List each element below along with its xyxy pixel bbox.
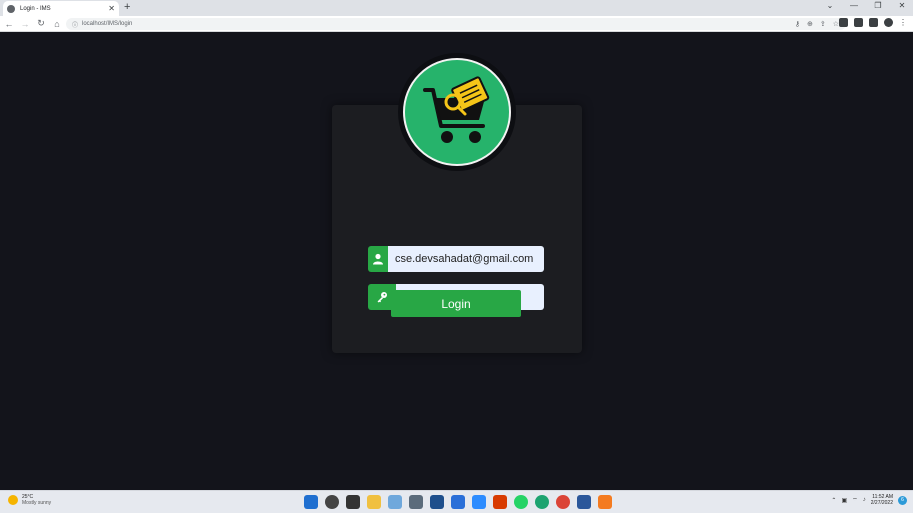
taskbar-apps xyxy=(304,495,612,509)
zoom-app-icon[interactable] xyxy=(472,495,486,509)
edge-icon[interactable] xyxy=(535,495,549,509)
weather-widget[interactable]: 25°C Mostly sunny xyxy=(8,494,51,506)
login-button[interactable]: Login xyxy=(391,290,521,317)
chrome-icon[interactable] xyxy=(556,495,570,509)
system-tray: ⌃ ▣ ⌔ ♪ 11:52 AM 2/27/2022 6 xyxy=(831,494,907,506)
site-info-icon[interactable]: ⓘ xyxy=(72,20,78,29)
weather-condition: Mostly sunny xyxy=(22,500,52,506)
browser-menu-icon[interactable]: ⋮ xyxy=(899,18,907,27)
globe-icon xyxy=(7,4,15,13)
share-icon[interactable]: ⇪ xyxy=(820,20,826,28)
start-icon[interactable] xyxy=(304,495,318,509)
mail-icon[interactable] xyxy=(451,495,465,509)
restore-button[interactable]: ❐ xyxy=(873,1,883,10)
home-icon[interactable]: ⌂ xyxy=(50,19,64,29)
new-tab-button[interactable]: + xyxy=(124,1,130,13)
xampp-icon[interactable] xyxy=(598,495,612,509)
whatsapp-icon[interactable] xyxy=(514,495,528,509)
clock-date: 2/27/2022 xyxy=(870,500,893,506)
windows-taskbar: 25°C Mostly sunny ⌃ ▣ ⌔ ♪ 11:52 AM 2/27/… xyxy=(0,490,913,513)
url-text[interactable]: localhost/IMS/login xyxy=(82,21,795,27)
key-icon[interactable]: ⚷ xyxy=(795,20,800,28)
user-icon xyxy=(368,246,388,272)
email-input[interactable] xyxy=(388,246,544,272)
browser-tab[interactable]: Login - IMS ✕ xyxy=(3,1,119,16)
browser-tab-bar: Login - IMS ✕ + ⌄ — ❐ ✕ xyxy=(0,0,913,16)
task-view-icon[interactable] xyxy=(346,495,360,509)
office-icon[interactable] xyxy=(493,495,507,509)
sidebar-icon[interactable] xyxy=(869,18,878,27)
profile-avatar[interactable] xyxy=(884,18,893,27)
sun-icon xyxy=(8,495,18,505)
extension-icon[interactable] xyxy=(839,18,848,27)
store-icon[interactable] xyxy=(430,495,444,509)
photos-icon[interactable] xyxy=(388,495,402,509)
search-icon[interactable] xyxy=(325,495,339,509)
tab-search-icon[interactable]: ⌄ xyxy=(825,1,835,10)
tab-close-icon[interactable]: ✕ xyxy=(108,4,115,13)
notepad-icon[interactable] xyxy=(409,495,423,509)
word-icon[interactable] xyxy=(577,495,591,509)
extensions-area: ⋮ xyxy=(839,18,907,27)
file-explorer-icon[interactable] xyxy=(367,495,381,509)
back-icon[interactable]: ← xyxy=(2,19,16,29)
tab-title: Login - IMS xyxy=(20,5,51,12)
address-bar[interactable]: ⓘ localhost/IMS/login ⚷ ⊕ ⇪ ☆ xyxy=(66,18,846,30)
reload-icon[interactable]: ↻ xyxy=(34,18,48,29)
network-icon[interactable]: ⌔ xyxy=(852,496,858,504)
minimize-button[interactable]: — xyxy=(849,1,859,10)
logo xyxy=(403,58,511,166)
email-field-group xyxy=(368,246,544,272)
zoom-icon[interactable]: ⊕ xyxy=(807,20,813,28)
window-controls: ⌄ — ❐ ✕ xyxy=(825,1,907,10)
notification-badge[interactable]: 6 xyxy=(898,495,907,505)
forward-icon[interactable]: → xyxy=(18,19,32,29)
chevron-up-icon[interactable]: ⌃ xyxy=(831,497,836,504)
tray-app-icon[interactable]: ▣ xyxy=(841,497,847,504)
close-window-button[interactable]: ✕ xyxy=(897,1,907,10)
cart-logo-icon xyxy=(423,76,490,143)
volume-icon[interactable]: ♪ xyxy=(863,497,866,503)
browser-toolbar: ← → ↻ ⌂ ⓘ localhost/IMS/login ⚷ ⊕ ⇪ ☆ ⋮ xyxy=(0,16,913,32)
puzzle-icon[interactable] xyxy=(854,18,863,27)
clock[interactable]: 11:52 AM 2/27/2022 xyxy=(871,494,893,506)
